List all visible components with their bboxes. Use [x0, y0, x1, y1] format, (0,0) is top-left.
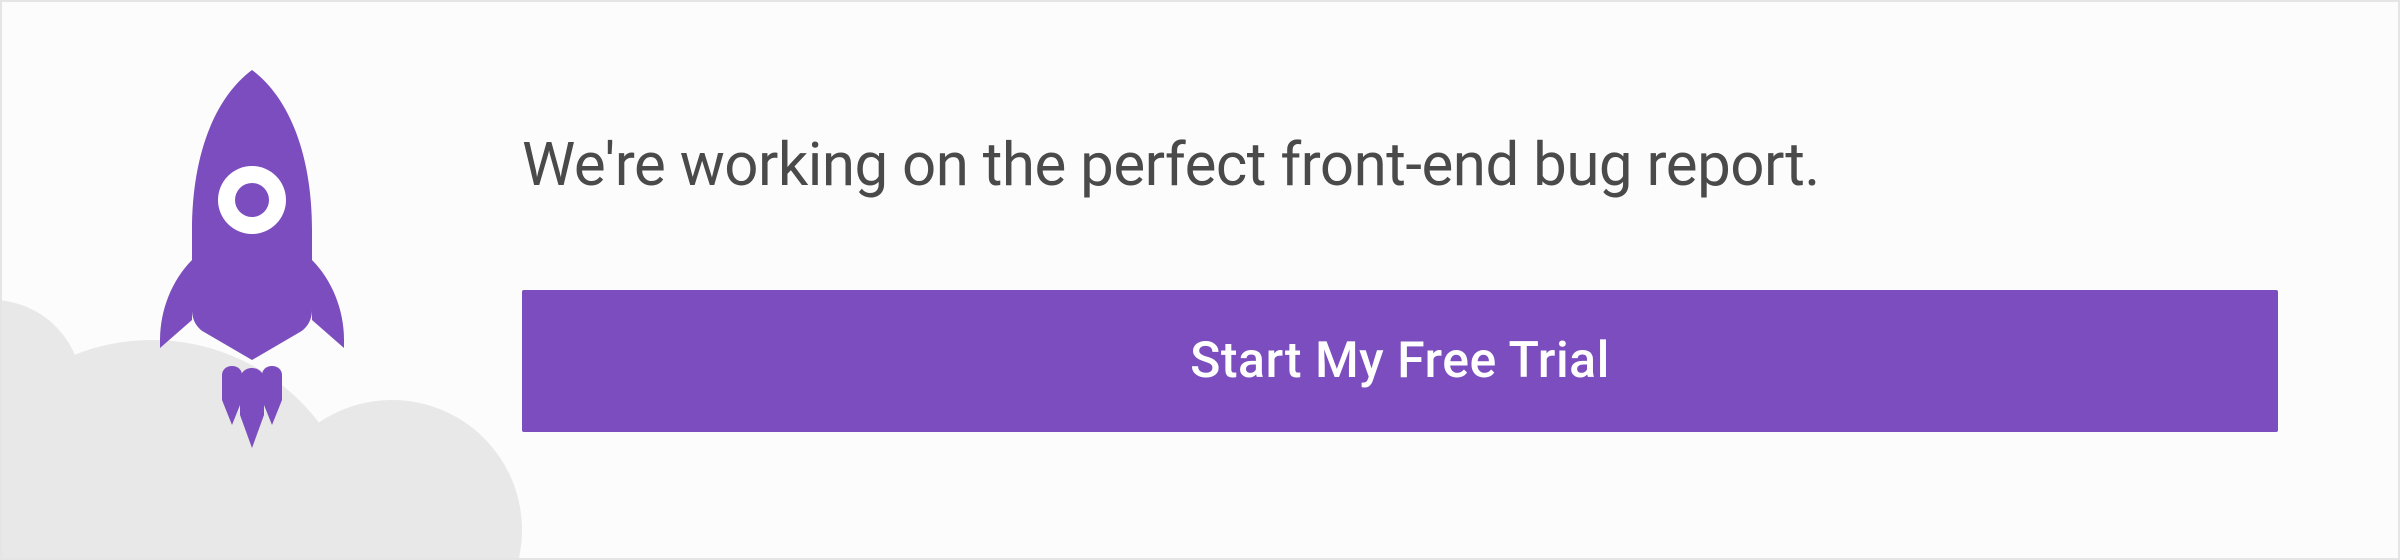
start-free-trial-button[interactable]: Start My Free Trial: [522, 290, 2278, 432]
promo-banner: We're working on the perfect front-end b…: [0, 0, 2400, 560]
rocket-illustration: [2, 0, 502, 560]
banner-content: We're working on the perfect front-end b…: [502, 129, 2398, 432]
headline-text: We're working on the perfect front-end b…: [522, 129, 2278, 200]
rocket-icon: [152, 70, 352, 450]
